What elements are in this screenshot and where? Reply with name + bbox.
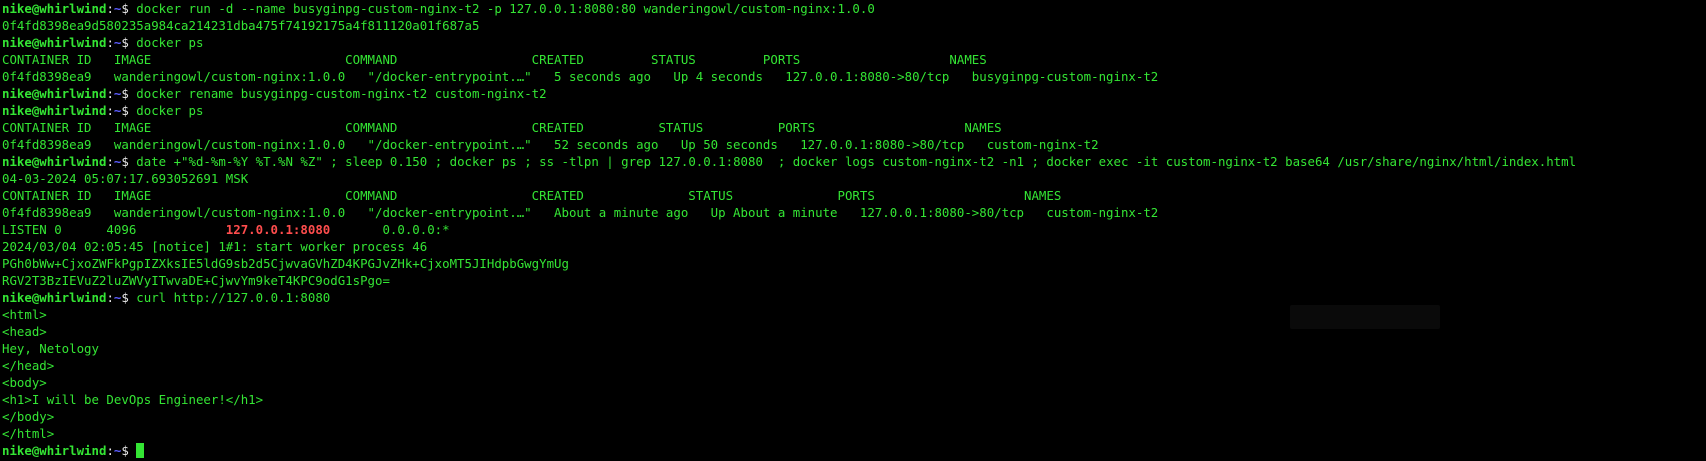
command-text: docker ps [136,35,204,50]
output-line: 04-03-2024 05:07:17.693052691 MSK [0,170,1706,187]
output-text: <body> [2,375,47,390]
output-line: CONTAINER ID IMAGE COMMAND CREATED STATU… [0,119,1706,136]
text-cursor[interactable] [136,443,145,458]
terminal-window[interactable]: nike@whirlwind:~$ docker run -d --name b… [0,0,1706,461]
prompt-separator: : [106,103,114,118]
output-text: 04-03-2024 05:07:17.693052691 MSK [2,171,249,186]
prompt-separator: : [106,290,114,305]
prompt-line: nike@whirlwind:~$ docker ps [0,102,1706,119]
prompt-symbol: $ [121,86,137,101]
prompt-user-host: nike@whirlwind [2,103,107,118]
output-text: </html> [2,426,55,441]
output-text: RGV2T3BzIEVuZ2luZWVyITwvaDE+CjwvYm9keT4K… [2,273,390,288]
prompt-user-host: nike@whirlwind [2,86,107,101]
prompt-separator: : [106,154,114,169]
output-line: LISTEN 0 4096 127.0.0.1:8080 0.0.0.0:* [0,221,1706,238]
output-line: </html> [0,425,1706,442]
output-line: 0f4fd8398ea9d580235a984ca214231dba475f74… [0,17,1706,34]
output-text: 0f4fd8398ea9 wanderingowl/custom-nginx:1… [2,205,1159,220]
output-text: 0f4fd8398ea9d580235a984ca214231dba475f74… [2,18,480,33]
output-text: CONTAINER ID IMAGE COMMAND CREATED STATU… [2,52,987,67]
output-text: CONTAINER ID IMAGE COMMAND CREATED STATU… [2,120,1002,135]
output-line: 0f4fd8398ea9 wanderingowl/custom-nginx:1… [0,68,1706,85]
output-text: CONTAINER ID IMAGE COMMAND CREATED STATU… [2,188,1062,203]
prompt-line: nike@whirlwind:~$ docker rename busyginp… [0,85,1706,102]
prompt-symbol: $ [121,154,137,169]
command-text: docker run -d --name busyginpg-custom-ng… [136,1,875,16]
output-text: <h1>I will be DevOps Engineer!</h1> [2,392,264,407]
output-text: </body> [2,409,55,424]
output-text: 2024/03/04 02:05:45 [notice] 1#1: start … [2,239,428,254]
output-line: PGh0bWw+CjxoZWFkPgpIZXksIE5ldG9sb2d5Cjwv… [0,255,1706,272]
output-text: 0.0.0.0:* [330,222,450,237]
output-line: <body> [0,374,1706,391]
output-line: 0f4fd8398ea9 wanderingowl/custom-nginx:1… [0,204,1706,221]
output-text: <head> [2,324,47,339]
prompt-separator: : [106,35,114,50]
faint-overlay-box [1290,305,1440,329]
prompt-line: nike@whirlwind:~$ docker ps [0,34,1706,51]
output-line: <html> [0,306,1706,323]
prompt-user-host: nike@whirlwind [2,290,107,305]
prompt-symbol: $ [121,290,137,305]
output-text: Hey, Netology [2,341,99,356]
prompt-symbol: $ [121,443,137,458]
command-text: docker ps [136,103,204,118]
command-text: curl http://127.0.0.1:8080 [136,290,331,305]
output-line: 2024/03/04 02:05:45 [notice] 1#1: start … [0,238,1706,255]
prompt-line: nike@whirlwind:~$ [0,442,1706,459]
output-line: </head> [0,357,1706,374]
output-text: </head> [2,358,55,373]
output-line: <h1>I will be DevOps Engineer!</h1> [0,391,1706,408]
output-line: 0f4fd8398ea9 wanderingowl/custom-nginx:1… [0,136,1706,153]
prompt-user-host: nike@whirlwind [2,154,107,169]
prompt-separator: : [106,1,114,16]
output-line: </body> [0,408,1706,425]
prompt-separator: : [106,86,114,101]
command-text: docker rename busyginpg-custom-nginx-t2 … [136,86,547,101]
output-line: RGV2T3BzIEVuZ2luZWVyITwvaDE+CjwvYm9keT4K… [0,272,1706,289]
output-line: CONTAINER ID IMAGE COMMAND CREATED STATU… [0,187,1706,204]
prompt-symbol: $ [121,103,137,118]
grep-match-highlight: 127.0.0.1:8080 [225,222,331,237]
output-text: PGh0bWw+CjxoZWFkPgpIZXksIE5ldG9sb2d5Cjwv… [2,256,569,271]
prompt-line: nike@whirlwind:~$ date +"%d-%m-%Y %T.%N … [0,153,1706,170]
prompt-symbol: $ [121,35,137,50]
prompt-line: nike@whirlwind:~$ docker run -d --name b… [0,0,1706,17]
output-text: 0f4fd8398ea9 wanderingowl/custom-nginx:1… [2,69,1159,84]
output-line: <head> [0,323,1706,340]
prompt-line: nike@whirlwind:~$ curl http://127.0.0.1:… [0,289,1706,306]
output-line: Hey, Netology [0,340,1706,357]
prompt-user-host: nike@whirlwind [2,35,107,50]
output-text: <html> [2,307,47,322]
prompt-user-host: nike@whirlwind [2,443,107,458]
command-text: date +"%d-%m-%Y %T.%N %Z" ; sleep 0.150 … [136,154,1577,169]
prompt-symbol: $ [121,1,137,16]
prompt-separator: : [106,443,114,458]
prompt-user-host: nike@whirlwind [2,1,107,16]
output-text: LISTEN 0 4096 [2,222,226,237]
output-text: 0f4fd8398ea9 wanderingowl/custom-nginx:1… [2,137,1099,152]
output-line: CONTAINER ID IMAGE COMMAND CREATED STATU… [0,51,1706,68]
